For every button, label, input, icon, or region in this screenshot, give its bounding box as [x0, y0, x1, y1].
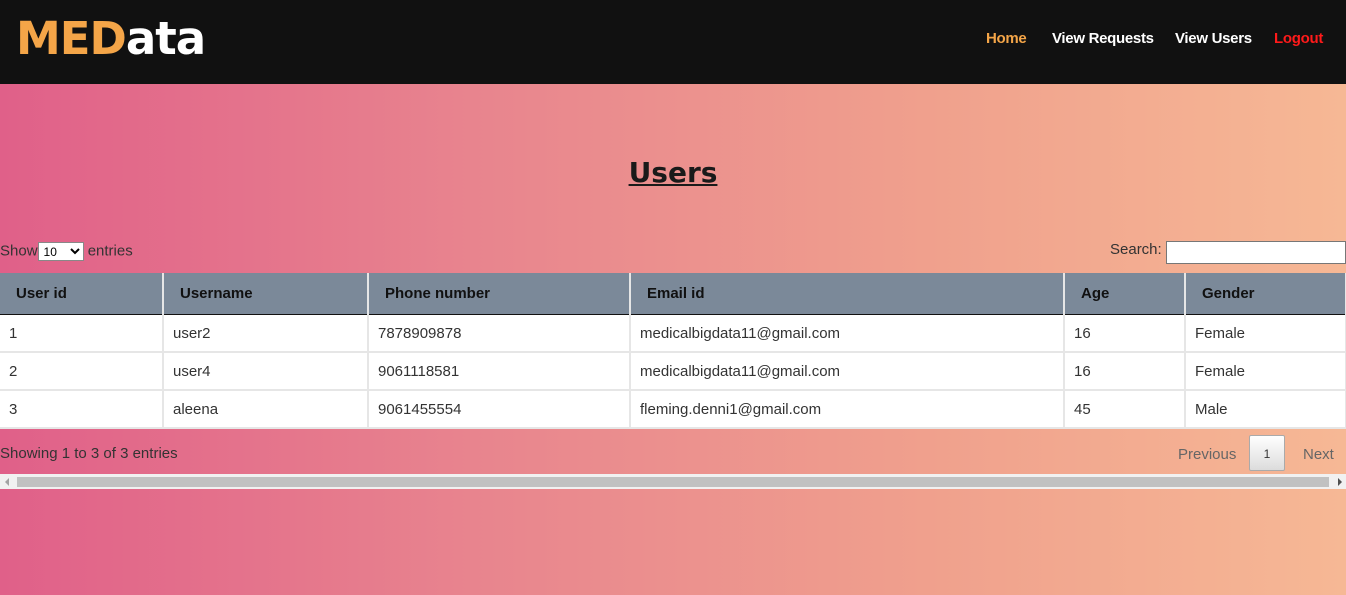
cell-age: 16: [1064, 314, 1186, 353]
brand-logo[interactable]: MEData: [16, 12, 206, 66]
cell-username: aleena: [163, 390, 369, 429]
table-header-row: User id Username Phone number Email id A…: [0, 273, 1346, 315]
nav-home-link[interactable]: Home: [986, 30, 1027, 47]
table-info: Showing 1 to 3 of 3 entries: [0, 445, 178, 462]
horizontal-scrollbar[interactable]: [0, 474, 1346, 489]
search-filter: Search:: [1110, 241, 1346, 264]
cell-gender: Female: [1185, 352, 1346, 391]
table-row: 1 user2 7878909878 medicalbigdata11@gmai…: [0, 314, 1346, 353]
table-row: 2 user4 9061118581 medicalbigdata11@gmai…: [0, 352, 1346, 391]
users-table: User id Username Phone number Email id A…: [0, 273, 1346, 429]
cell-gender: Male: [1185, 390, 1346, 429]
cell-user-id: 3: [0, 390, 164, 429]
scroll-left-arrow-icon[interactable]: [5, 478, 9, 486]
cell-phone-number: 7878909878: [368, 314, 631, 353]
cell-user-id: 2: [0, 352, 164, 391]
cell-age: 45: [1064, 390, 1186, 429]
search-label: Search:: [1110, 241, 1162, 258]
nav-view-requests-link[interactable]: View Requests: [1052, 30, 1154, 47]
nav-view-users-link[interactable]: View Users: [1175, 30, 1252, 47]
brand-logo-data: ata: [125, 12, 206, 65]
cell-phone-number: 9061455554: [368, 390, 631, 429]
column-header-gender[interactable]: Gender: [1185, 273, 1346, 315]
column-header-age[interactable]: Age: [1064, 273, 1186, 315]
pagination-page-button[interactable]: 1: [1249, 435, 1285, 471]
scroll-right-arrow-icon[interactable]: [1338, 478, 1342, 486]
search-input[interactable]: [1166, 241, 1346, 264]
cell-gender: Female: [1185, 314, 1346, 353]
entries-suffix: entries: [87, 242, 133, 260]
table-row: 3 aleena 9061455554 fleming.denni1@gmail…: [0, 390, 1346, 429]
scrollbar-thumb[interactable]: [17, 477, 1329, 487]
entries-prefix: Show: [0, 242, 38, 260]
column-header-phone-number[interactable]: Phone number: [368, 273, 631, 315]
nav-logout-link[interactable]: Logout: [1274, 30, 1323, 47]
pagination-previous-button[interactable]: Previous: [1178, 446, 1236, 463]
pagination-next-button[interactable]: Next: [1303, 446, 1334, 463]
entries-length-control: Show 10 entries: [0, 242, 133, 261]
cell-email-id: medicalbigdata11@gmail.com: [630, 314, 1065, 353]
cell-email-id: fleming.denni1@gmail.com: [630, 390, 1065, 429]
cell-age: 16: [1064, 352, 1186, 391]
entries-select[interactable]: 10: [37, 242, 84, 261]
column-header-username[interactable]: Username: [163, 273, 369, 315]
cell-username: user4: [163, 352, 369, 391]
page-title: Users: [628, 156, 718, 189]
cell-user-id: 1: [0, 314, 164, 353]
cell-username: user2: [163, 314, 369, 353]
cell-email-id: medicalbigdata11@gmail.com: [630, 352, 1065, 391]
cell-phone-number: 9061118581: [368, 352, 631, 391]
column-header-email-id[interactable]: Email id: [630, 273, 1065, 315]
brand-logo-med: MED: [16, 12, 127, 65]
navbar: MEData Home View Requests View Users Log…: [0, 0, 1346, 84]
column-header-user-id[interactable]: User id: [0, 273, 164, 315]
